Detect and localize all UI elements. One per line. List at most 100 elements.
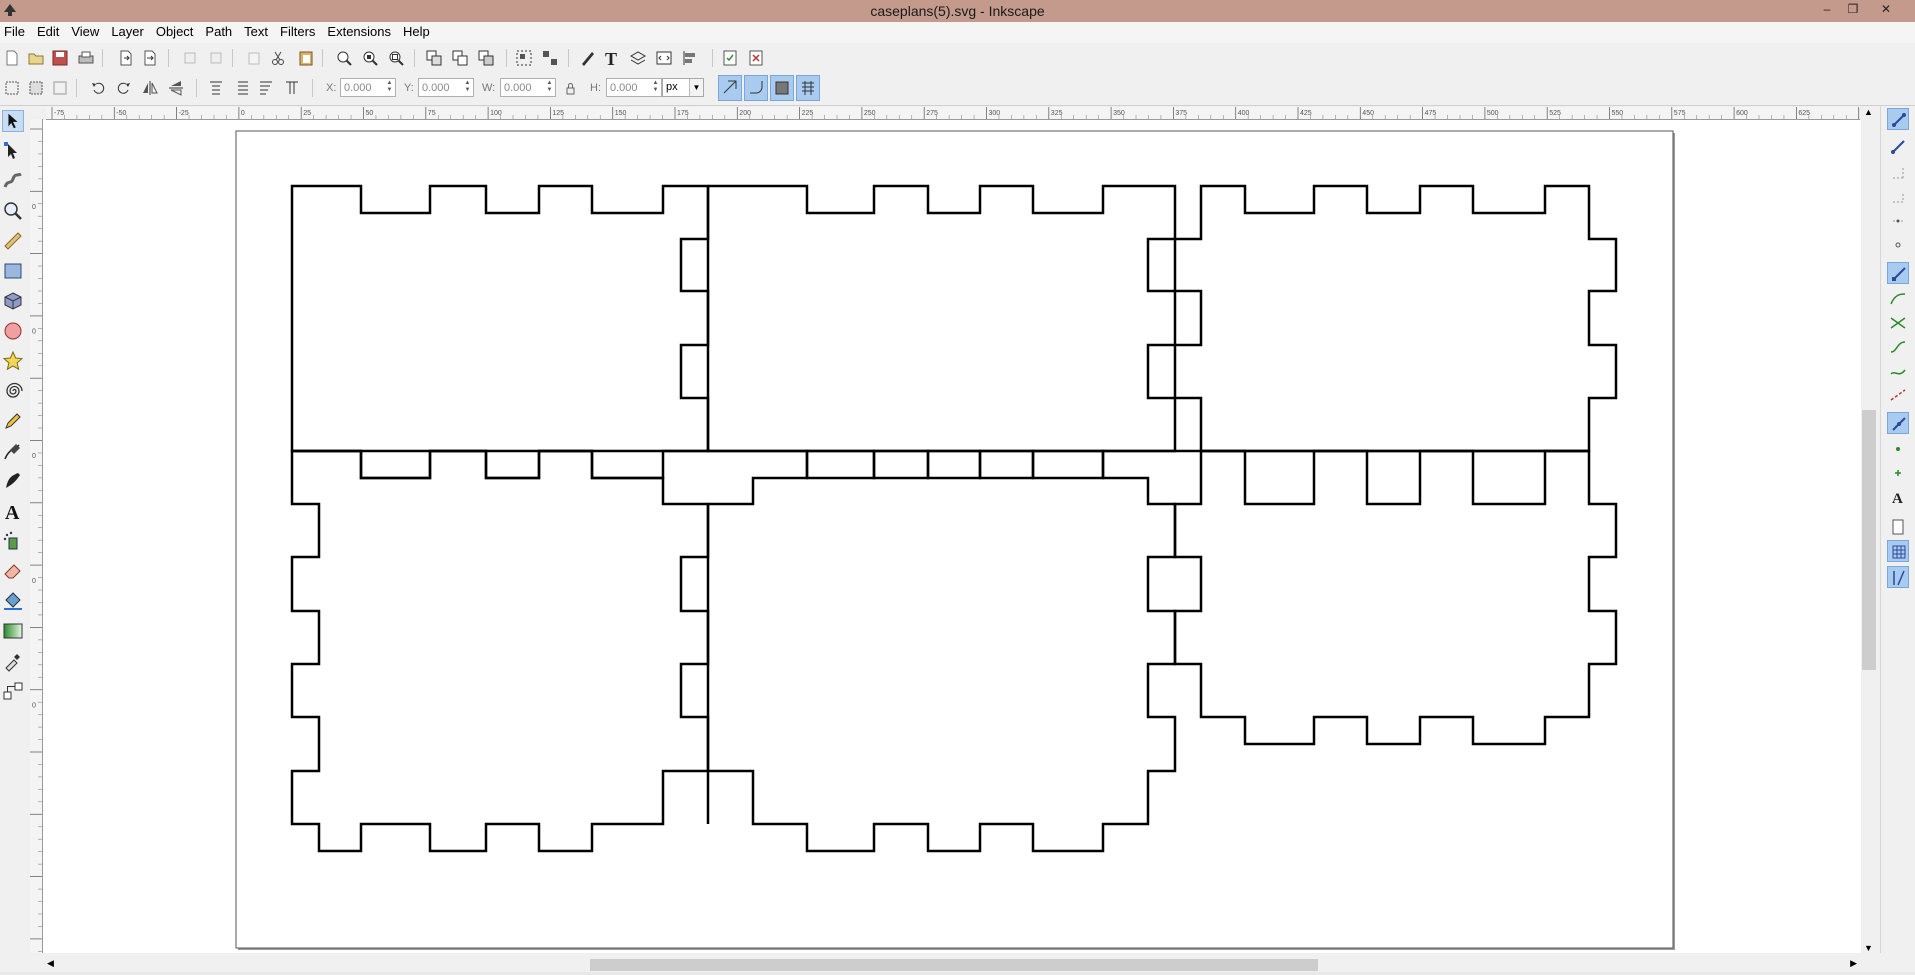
snap-intersection-icon[interactable] bbox=[1887, 312, 1909, 334]
w-input[interactable] bbox=[501, 79, 543, 96]
ungroup-icon[interactable] bbox=[540, 48, 560, 68]
snap-bbox-center-icon[interactable] bbox=[1887, 234, 1909, 256]
snap-bbox-icon[interactable] bbox=[1887, 136, 1909, 158]
zoom-tool-icon[interactable] bbox=[2, 200, 24, 222]
lock-icon[interactable] bbox=[560, 78, 580, 98]
preferences-icon[interactable] bbox=[746, 48, 766, 68]
gradient-tool-icon[interactable] bbox=[2, 620, 24, 642]
copy-icon[interactable] bbox=[244, 48, 264, 68]
zoom-page-icon[interactable] bbox=[386, 48, 406, 68]
deselect-icon[interactable] bbox=[50, 78, 70, 98]
measure-tool-icon[interactable] bbox=[2, 230, 24, 252]
align-icon[interactable] bbox=[680, 48, 700, 68]
menu-extensions[interactable]: Extensions bbox=[321, 22, 397, 42]
export-icon[interactable] bbox=[140, 48, 160, 68]
snap-bbox-edge-icon[interactable] bbox=[1887, 162, 1909, 184]
w-spinner-icon[interactable]: ▲ ▼ bbox=[545, 80, 554, 95]
select-all-layers-icon[interactable] bbox=[26, 78, 46, 98]
x-input[interactable] bbox=[341, 79, 383, 96]
calligraphy-tool-icon[interactable] bbox=[2, 470, 24, 492]
horizontal-scroll-thumb[interactable] bbox=[590, 959, 1318, 971]
menu-text[interactable]: Text bbox=[238, 22, 274, 42]
text-tool-icon[interactable]: A bbox=[2, 500, 24, 524]
snap-bbox-corner-icon[interactable] bbox=[1887, 186, 1909, 208]
h-input[interactable] bbox=[607, 79, 649, 96]
zoom-selection-icon[interactable] bbox=[334, 48, 354, 68]
unit-select[interactable]: px ▼ bbox=[662, 78, 704, 97]
move-gradients-toggle[interactable] bbox=[770, 75, 794, 101]
zoom-drawing-icon[interactable] bbox=[360, 48, 380, 68]
new-document-icon[interactable] bbox=[2, 48, 22, 68]
minimize-button[interactable]: – bbox=[1814, 0, 1840, 20]
vertical-ruler[interactable]: 0 0 0 0 0 bbox=[30, 119, 43, 953]
3d-box-tool-icon[interactable] bbox=[2, 290, 24, 312]
raise-icon[interactable] bbox=[232, 78, 252, 98]
fill-stroke-icon[interactable] bbox=[578, 48, 598, 68]
menu-help[interactable]: Help bbox=[397, 22, 436, 42]
snap-page-border-icon[interactable] bbox=[1887, 516, 1909, 538]
duplicate-icon[interactable] bbox=[424, 48, 444, 68]
flip-horizontal-icon[interactable] bbox=[140, 78, 160, 98]
snap-text-baseline-icon[interactable]: A bbox=[1887, 486, 1909, 508]
menu-view[interactable]: View bbox=[65, 22, 105, 42]
paste-icon[interactable] bbox=[296, 48, 316, 68]
paint-bucket-tool-icon[interactable] bbox=[2, 590, 24, 612]
snap-rotation-center-icon[interactable] bbox=[1887, 462, 1909, 484]
selector-tool-icon[interactable] bbox=[2, 110, 24, 132]
y-input[interactable] bbox=[419, 79, 461, 96]
snap-enable-icon[interactable] bbox=[1887, 108, 1909, 130]
w-field[interactable]: ▲▼ bbox=[500, 78, 556, 97]
star-tool-icon[interactable] bbox=[2, 350, 24, 372]
snap-guide-icon[interactable] bbox=[1887, 566, 1909, 588]
close-button[interactable]: ✕ bbox=[1873, 0, 1899, 20]
h-spinner-icon[interactable]: ▲ ▼ bbox=[651, 80, 660, 95]
snap-bbox-midpoint-icon[interactable] bbox=[1887, 210, 1909, 232]
layers-icon[interactable] bbox=[628, 48, 648, 68]
vertical-scroll-thumb[interactable] bbox=[1862, 410, 1876, 670]
lower-to-bottom-icon[interactable] bbox=[282, 78, 302, 98]
snap-line-midpoint-icon[interactable] bbox=[1887, 384, 1909, 406]
spray-tool-icon[interactable] bbox=[2, 530, 24, 552]
eraser-tool-icon[interactable] bbox=[2, 560, 24, 582]
h-field[interactable]: ▲▼ bbox=[606, 78, 662, 97]
lower-icon[interactable] bbox=[256, 78, 276, 98]
x-spinner-icon[interactable]: ▲ ▼ bbox=[385, 80, 394, 95]
raise-to-top-icon[interactable] bbox=[206, 78, 226, 98]
snap-others-icon[interactable] bbox=[1887, 412, 1909, 434]
dropper-tool-icon[interactable] bbox=[2, 650, 24, 672]
tweak-tool-icon[interactable] bbox=[2, 170, 24, 192]
scroll-left-icon[interactable]: ◀ bbox=[47, 958, 54, 969]
rotate-cw-icon[interactable] bbox=[114, 78, 134, 98]
scroll-right-icon[interactable]: ▶ bbox=[1850, 958, 1857, 969]
unlink-clone-icon[interactable] bbox=[476, 48, 496, 68]
open-icon[interactable] bbox=[26, 48, 46, 68]
spiral-tool-icon[interactable] bbox=[2, 380, 24, 402]
save-icon[interactable] bbox=[50, 48, 70, 68]
x-field[interactable]: ▲▼ bbox=[340, 78, 396, 97]
snap-grid-icon[interactable] bbox=[1887, 540, 1909, 562]
restore-button[interactable]: ❐ bbox=[1840, 0, 1866, 20]
snap-smooth-icon[interactable] bbox=[1887, 360, 1909, 382]
pen-tool-icon[interactable] bbox=[2, 440, 24, 462]
rectangle-tool-icon[interactable] bbox=[2, 260, 24, 282]
menu-object[interactable]: Object bbox=[150, 22, 200, 42]
snap-nodes-icon[interactable] bbox=[1887, 262, 1909, 284]
xml-editor-icon[interactable] bbox=[654, 48, 674, 68]
scroll-down-icon[interactable]: ▼ bbox=[1864, 943, 1873, 953]
move-patterns-toggle[interactable] bbox=[796, 75, 820, 101]
menu-path[interactable]: Path bbox=[199, 22, 238, 42]
snap-cusp-icon[interactable] bbox=[1887, 336, 1909, 358]
clone-icon[interactable] bbox=[450, 48, 470, 68]
menu-layer[interactable]: Layer bbox=[105, 22, 150, 42]
menu-filters[interactable]: Filters bbox=[274, 22, 321, 42]
select-all-icon[interactable] bbox=[2, 78, 22, 98]
redo-icon[interactable] bbox=[206, 48, 226, 68]
canvas[interactable] bbox=[43, 120, 1861, 953]
y-spinner-icon[interactable]: ▲ ▼ bbox=[463, 80, 472, 95]
scale-stroke-toggle[interactable] bbox=[718, 75, 742, 101]
text-font-icon[interactable]: T bbox=[602, 48, 622, 68]
undo-icon[interactable] bbox=[180, 48, 200, 68]
snap-object-center-icon[interactable] bbox=[1887, 438, 1909, 460]
y-field[interactable]: ▲▼ bbox=[418, 78, 474, 97]
scale-corners-toggle[interactable] bbox=[744, 75, 768, 101]
